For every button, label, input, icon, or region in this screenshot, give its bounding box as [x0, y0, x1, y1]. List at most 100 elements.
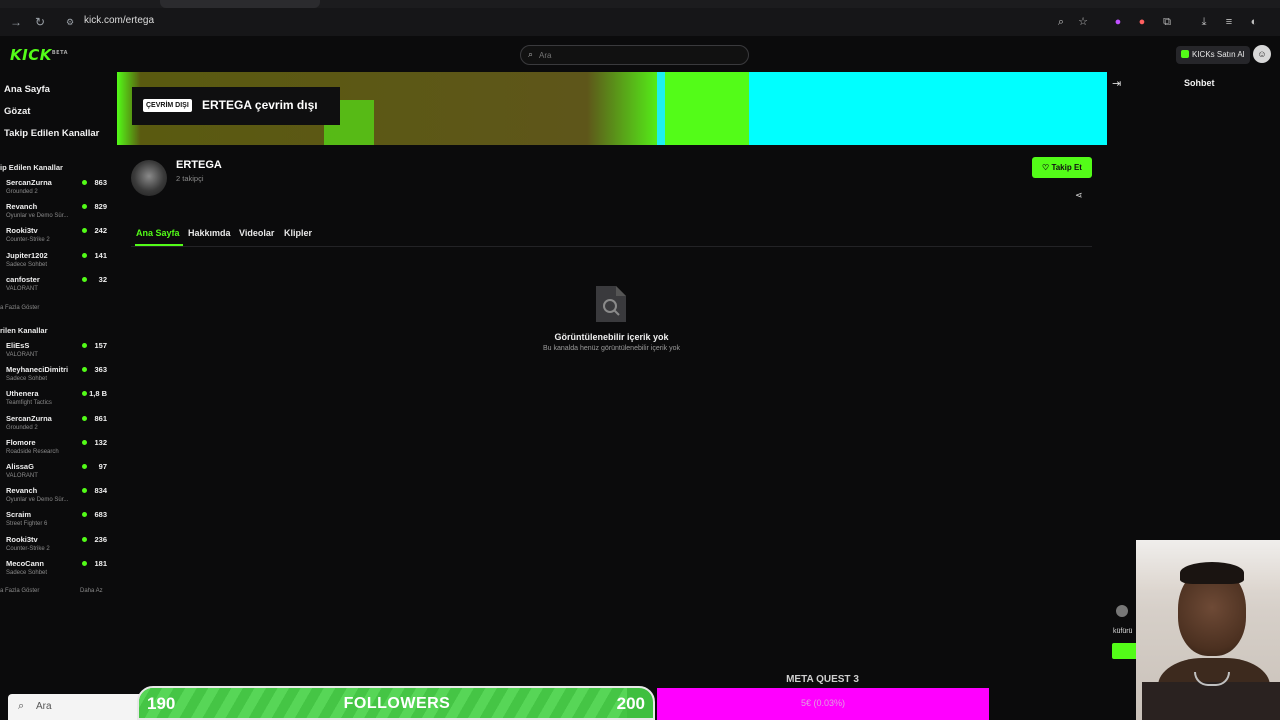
webcam-person-shirt	[1142, 682, 1280, 720]
banner-cyan-strip	[657, 72, 665, 145]
channel-category: VALORANT	[6, 352, 38, 358]
viewer-count: 97	[98, 462, 107, 471]
sidebar-channel-item[interactable]: Revanch Oyunlar ve Demo Sür... 834	[0, 486, 110, 510]
live-dot-icon	[82, 180, 87, 185]
followers-goal: 200	[616, 694, 645, 713]
live-dot-icon	[82, 276, 87, 282]
sidebar-nav-browse[interactable]: Gözat	[4, 106, 30, 117]
tab-clips[interactable]: Klipler	[284, 228, 312, 238]
offline-text: ERTEGA çevrim dışı	[202, 98, 318, 112]
reload-icon[interactable]: ↻	[32, 14, 48, 30]
channel-name: Rooki3tv	[6, 226, 38, 236]
browser-active-tab[interactable]	[160, 0, 320, 8]
viewer-count: 242	[94, 226, 107, 236]
viewer-count: 1,8 B	[89, 389, 107, 399]
channel-avatar[interactable]	[131, 160, 167, 196]
sidebar-channel-item[interactable]: SercanZurna Grounded 2 863	[0, 178, 110, 202]
sidebar-channel-item[interactable]: SercanZurna Grounded 2 861	[0, 414, 110, 438]
download-icon[interactable]: ⤓	[1196, 14, 1212, 30]
extension-icon[interactable]: ●	[1110, 14, 1126, 30]
browser-tab-strip	[0, 0, 1280, 8]
live-dot-icon	[82, 560, 87, 566]
profile-avatar-icon[interactable]: ◐	[1246, 14, 1262, 30]
extension-icon[interactable]: ●	[1134, 14, 1150, 30]
sidebar-channel-item[interactable]: canfoster VALORANT 32	[0, 275, 110, 299]
channel-name: SercanZurna	[6, 413, 52, 423]
channel-category: Sadece Sohbet	[6, 569, 48, 576]
taskbar-search[interactable]: ⌕ Ara	[8, 694, 146, 720]
banner-green-area	[665, 72, 749, 145]
site-info-icon[interactable]: ⚙	[62, 14, 78, 30]
kicks-icon	[1181, 50, 1189, 58]
recommended-show-less[interactable]: Daha Az	[80, 588, 103, 594]
tab-divider	[131, 246, 1092, 247]
search-box[interactable]: ⌕	[520, 45, 749, 65]
channel-category: Oyunlar ve Demo Sür...	[6, 497, 69, 504]
follow-label: Takip Et	[1051, 163, 1082, 172]
sidebar-channel-item[interactable]: Flomore Roadside Research 132	[0, 438, 110, 462]
live-dot-icon	[82, 415, 87, 421]
sidebar-channel-item[interactable]: Revanch Oyunlar ve Demo Sür... 829	[0, 202, 110, 226]
viewer-count: 236	[94, 534, 107, 544]
zoom-icon[interactable]: ⌕	[1053, 14, 1069, 30]
viewer-count: 863	[94, 178, 107, 187]
sidebar-channel-item[interactable]: Rooki3tv Counter-Strike 2 242	[0, 226, 110, 250]
viewer-count: 683	[94, 510, 107, 520]
empty-document-search-icon	[596, 286, 626, 322]
forward-icon[interactable]: →	[8, 14, 24, 30]
channel-category: Roadside Research	[6, 448, 59, 455]
tab-home[interactable]: Ana Sayfa	[136, 228, 180, 238]
channel-name: MeyhaneciDimitri	[6, 365, 69, 375]
channel-name: Scraim	[6, 510, 32, 520]
sidebar-nav-following[interactable]: Takip Edilen Kanallar	[4, 128, 99, 139]
channel-name: Rooki3tv	[6, 534, 38, 544]
live-dot-icon	[82, 204, 87, 210]
bookmark-star-icon[interactable]: ☆	[1075, 14, 1091, 30]
tab-about[interactable]: Hakkımda	[188, 228, 231, 238]
sidebar-channel-item[interactable]: Jupiter1202 Sadece Sohbet 141	[0, 251, 110, 275]
viewer-count: 363	[94, 365, 107, 375]
channel-category: VALORANT	[6, 473, 38, 479]
follow-button[interactable]: ♡ Takip Et	[1032, 157, 1092, 178]
search-input[interactable]	[539, 48, 739, 62]
browser-toolbar: → ↻ ⚙ kick.com/ertega ⌕ ☆ ● ● ⧉ ⤓ ≡ ◐	[0, 8, 1280, 36]
live-dot-icon	[82, 252, 87, 258]
sidebar-channel-item[interactable]: Rooki3tv Counter-Strike 2 236	[0, 535, 110, 559]
sidebar-channel-item[interactable]: Scraim Street Fighter 6 683	[0, 510, 110, 534]
viewer-count: 32	[98, 274, 107, 284]
sidebar-nav-home[interactable]: Ana Sayfa	[4, 84, 50, 95]
channel-category: Street Fighter 6	[6, 521, 48, 528]
offline-badge: ÇEVRİM DIŞI	[143, 99, 192, 112]
live-dot-icon	[82, 391, 87, 397]
chat-title: Sohbet	[1184, 78, 1215, 88]
sidebar-channel-item[interactable]: Uthenera Teamfight Tactics 1,8 B	[0, 389, 110, 413]
channel-name: Revanch	[6, 202, 38, 212]
site-header: KICKBETA ⌕ KICKs Satın Al ☺	[0, 36, 1280, 72]
donation-goal-bar: 5€ (0.03%)	[657, 688, 989, 720]
kick-logo[interactable]: KICKBETA	[10, 46, 68, 64]
recommended-show-more[interactable]: a Fazla Göster	[0, 588, 39, 594]
empty-state-title: Görüntülenebilir içerik yok	[554, 332, 669, 342]
collapse-chat-icon[interactable]: ⇥	[1112, 77, 1121, 90]
user-avatar[interactable]: ☺	[1253, 45, 1271, 63]
media-control-icon[interactable]: ≡	[1221, 14, 1237, 30]
viewer-count: 861	[94, 413, 107, 423]
donation-goal-text: 5€ (0.03%)	[800, 698, 846, 708]
address-bar[interactable]: kick.com/ertega	[84, 15, 154, 26]
webcam-overlay	[1136, 540, 1280, 720]
sidebar-channel-item[interactable]: MecoCann Sadece Sohbet 181	[0, 559, 110, 583]
tab-videos[interactable]: Videolar	[239, 228, 274, 238]
channel-follower-count: 2 takipçi	[176, 174, 204, 183]
sidebar-channel-item[interactable]: MeyhaneciDimitri Sadece Sohbet 363	[0, 365, 110, 389]
followed-show-more[interactable]: a Fazla Göster	[0, 305, 39, 311]
share-icon[interactable]: ⋖	[1075, 190, 1083, 201]
live-dot-icon	[82, 367, 87, 373]
channel-name: Revanch	[6, 486, 38, 496]
extensions-puzzle-icon[interactable]: ⧉	[1159, 14, 1175, 30]
buy-kicks-button[interactable]: KICKs Satın Al	[1176, 46, 1251, 64]
live-dot-icon	[82, 488, 87, 494]
live-dot-icon	[82, 439, 87, 445]
channel-name: SercanZurna	[6, 178, 52, 187]
sidebar-channel-item[interactable]: AlissaG VALORANT 97	[0, 462, 110, 486]
channel-category: Oyunlar ve Demo Sür...	[6, 213, 69, 220]
